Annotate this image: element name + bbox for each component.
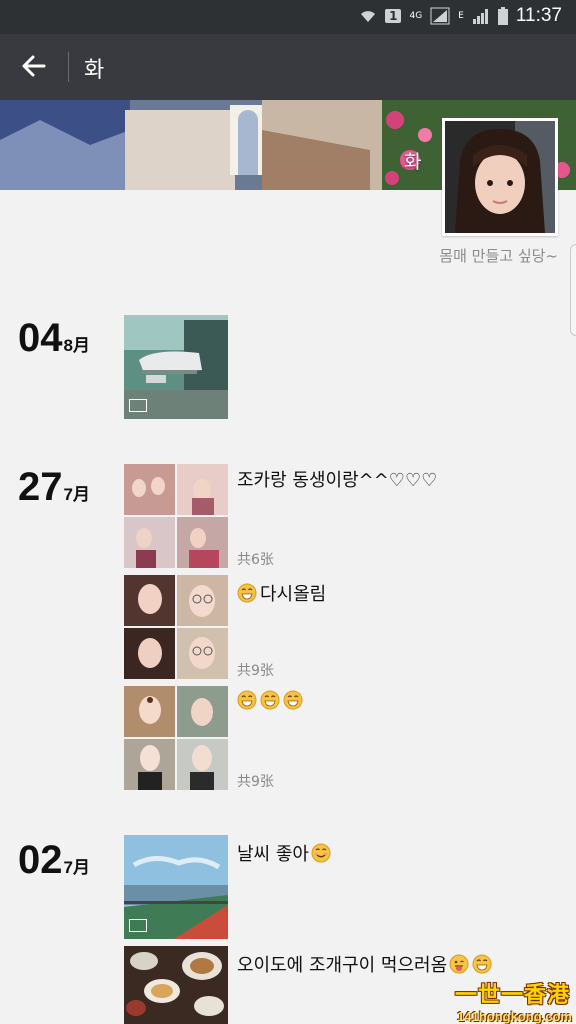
profile-signature: 몸매 만들고 싶당~ (439, 247, 558, 265)
collage-photos (124, 575, 228, 679)
watermark-title: 一世一香港 (454, 983, 570, 1008)
scroll-handle[interactable] (570, 244, 576, 336)
status-bar: 1 4G E 11:37 (0, 0, 576, 34)
wifi-calling-icon (361, 11, 376, 22)
post-date-month: 7月 (63, 485, 90, 504)
post-date-day: 04 (18, 316, 63, 360)
post-thumbnail[interactable] (124, 315, 228, 419)
app-bar: 화 (0, 34, 576, 100)
sim-badge: 1 (385, 9, 402, 23)
divider (68, 52, 69, 82)
photo-count: 共6张 (237, 552, 274, 568)
collage-photos (124, 464, 228, 568)
photo-count: 共9张 (237, 663, 274, 679)
tongue-wink-emoji-icon (449, 954, 469, 974)
grinning-emoji-icon (260, 690, 280, 710)
photo-collage[interactable] (124, 686, 228, 790)
post-thumbnail[interactable] (124, 835, 228, 939)
collage-photos (124, 686, 228, 790)
avatar[interactable] (442, 118, 558, 236)
site-watermark-logo: 一世一香港 141hongkong.com (450, 977, 576, 1024)
photo-collage[interactable] (124, 464, 228, 568)
photo-count: 共9张 (237, 774, 274, 790)
post-text-label: 날씨 좋아 (237, 844, 309, 865)
emoji-row (237, 690, 306, 712)
post-text: 조카랑 동생이랑^^♡♡♡ (237, 470, 438, 491)
clock: 11:37 (515, 5, 562, 26)
network-type: 4G (409, 11, 423, 21)
post-date: 277月 (18, 465, 90, 510)
profile-name: 화 (404, 151, 422, 173)
grinning-emoji-icon (237, 690, 257, 710)
signal-bars-icon (472, 9, 488, 24)
post-text: 오이도에 조개구이 먹으러옴 (237, 951, 495, 977)
video-icon (129, 399, 147, 412)
grinning-emoji-icon (237, 583, 257, 603)
grinning-emoji-icon (283, 690, 303, 710)
video-icon (129, 919, 147, 932)
food-photo (124, 946, 228, 1024)
grinning-emoji-icon (472, 954, 492, 974)
back-arrow-icon[interactable] (16, 48, 52, 84)
signal-icon (430, 7, 450, 25)
battery-icon (497, 7, 508, 25)
smiling-emoji-icon (311, 843, 331, 863)
post-date-day: 27 (18, 465, 63, 509)
photo-collage[interactable] (124, 575, 228, 679)
post-text: 날씨 좋아 (237, 840, 334, 866)
post-date-day: 02 (18, 838, 63, 882)
data-type: E (458, 11, 464, 21)
post-date: 027月 (18, 838, 90, 883)
status-icons: 1 4G E 11:37 (359, 5, 562, 27)
post-text-label: 다시올림 (260, 584, 327, 605)
page-title: 화 (84, 58, 105, 83)
post-thumbnail[interactable] (124, 946, 228, 1024)
post-text: 다시올림 (237, 580, 326, 606)
post-date-month: 8月 (63, 336, 90, 355)
post-date: 048月 (18, 316, 90, 361)
post-text-label: 오이도에 조개구이 먹으러옴 (237, 955, 448, 976)
post-date-month: 7月 (63, 858, 90, 877)
watermark-url: 141hongkong.com (457, 1009, 572, 1024)
